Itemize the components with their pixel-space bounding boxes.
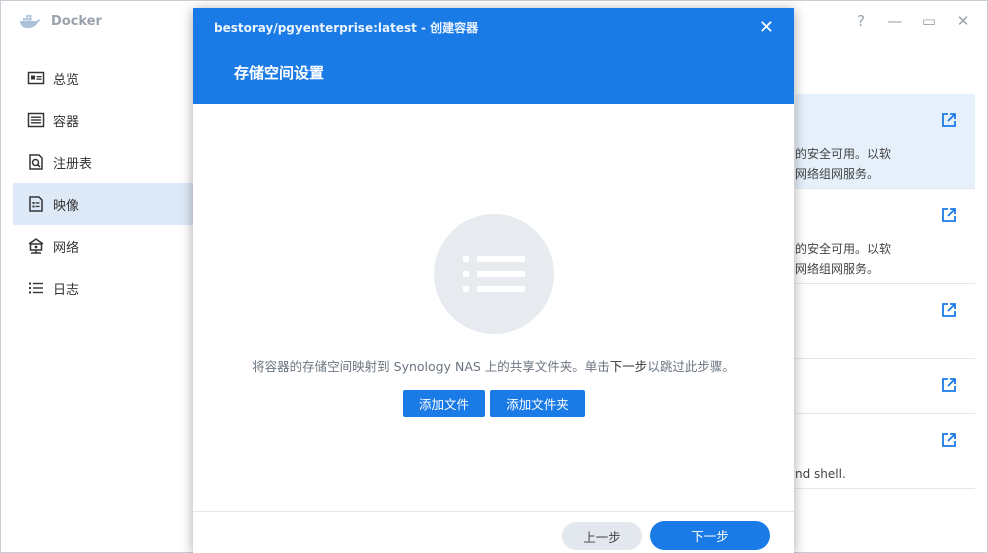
list-item-description: 的安全可用。以软 (795, 242, 892, 256)
window-controls: ? — ▭ ✕ (853, 9, 971, 33)
list-item[interactable] (795, 284, 975, 359)
sidebar-item-image[interactable]: 映像 (13, 183, 195, 225)
registry-search-icon (29, 154, 43, 170)
list-icon (463, 256, 525, 292)
storage-description: 将容器的存储空间映射到 Synology NAS 上的共享文件夹。单击下一步以跳… (193, 356, 794, 375)
add-file-button[interactable]: 添加文件 (403, 390, 485, 417)
add-folder-button[interactable]: 添加文件夹 (490, 390, 585, 417)
description-text: 以跳过此步骤。 (647, 359, 735, 374)
open-external-icon[interactable] (941, 432, 957, 448)
open-external-icon[interactable] (941, 207, 957, 223)
empty-state-illustration (434, 214, 554, 334)
sidebar-item-overview[interactable]: 总览 (1, 57, 195, 99)
dialog-title: bestoray/pgyenterprise:latest - 创建容器 (214, 21, 479, 35)
step-title: 存储空间设置 (234, 64, 325, 82)
list-item[interactable] (795, 359, 975, 414)
close-window-icon[interactable]: ✕ (955, 9, 971, 33)
sidebar-item-label: 映像 (53, 198, 80, 214)
list-item[interactable]: 的安全可用。以软 网络组网服务。 (795, 94, 975, 189)
sidebar: 总览 容器 注册表 映像 网络 日志 (1, 57, 195, 309)
description-emphasis: 下一步 (609, 359, 648, 374)
previous-button[interactable]: 上一步 (562, 522, 642, 550)
maximize-icon[interactable]: ▭ (921, 9, 937, 33)
sidebar-item-registry[interactable]: 注册表 (1, 141, 195, 183)
close-icon[interactable]: ✕ (759, 16, 774, 40)
docker-logo-icon (20, 15, 41, 29)
create-container-dialog: bestoray/pgyenterprise:latest - 创建容器 ✕ 存… (193, 8, 794, 553)
next-button[interactable]: 下一步 (650, 521, 770, 550)
sidebar-item-label: 网络 (53, 240, 80, 256)
open-external-icon[interactable] (941, 302, 957, 318)
list-item-description: 的安全可用。以软 (795, 147, 892, 161)
open-external-icon[interactable] (941, 377, 957, 393)
container-list-icon (27, 112, 45, 128)
list-item[interactable]: 的安全可用。以软 网络组网服务。 (795, 189, 975, 284)
sidebar-item-container[interactable]: 容器 (1, 99, 195, 141)
sidebar-item-label: 注册表 (53, 156, 93, 172)
dialog-footer: 上一步 下一步 (193, 511, 794, 553)
help-icon[interactable]: ? (853, 9, 869, 33)
open-external-icon[interactable] (941, 112, 957, 128)
app-title: Docker (51, 13, 102, 29)
list-item-description: nd shell. (795, 467, 846, 481)
sidebar-item-label: 容器 (53, 114, 80, 130)
list-item-description: 网络组网服务。 (795, 167, 880, 181)
sidebar-item-network[interactable]: 网络 (1, 225, 195, 267)
dialog-header: bestoray/pgyenterprise:latest - 创建容器 ✕ 存… (193, 8, 794, 104)
image-icon (29, 196, 43, 212)
sidebar-item-label: 总览 (53, 72, 80, 88)
minimize-icon[interactable]: — (887, 9, 903, 33)
image-list: 的安全可用。以软 网络组网服务。 的安全可用。以软 网络组网服务。 nd she… (795, 94, 975, 489)
log-list-icon (29, 282, 43, 294)
list-item-description: 网络组网服务。 (795, 262, 880, 276)
description-text: 将容器的存储空间映射到 Synology NAS 上的共享文件夹。单击 (252, 359, 610, 374)
sidebar-item-label: 日志 (53, 282, 80, 298)
sidebar-item-log[interactable]: 日志 (1, 267, 195, 309)
list-item[interactable]: nd shell. (795, 414, 975, 489)
network-icon (28, 238, 44, 254)
overview-icon (27, 71, 45, 85)
